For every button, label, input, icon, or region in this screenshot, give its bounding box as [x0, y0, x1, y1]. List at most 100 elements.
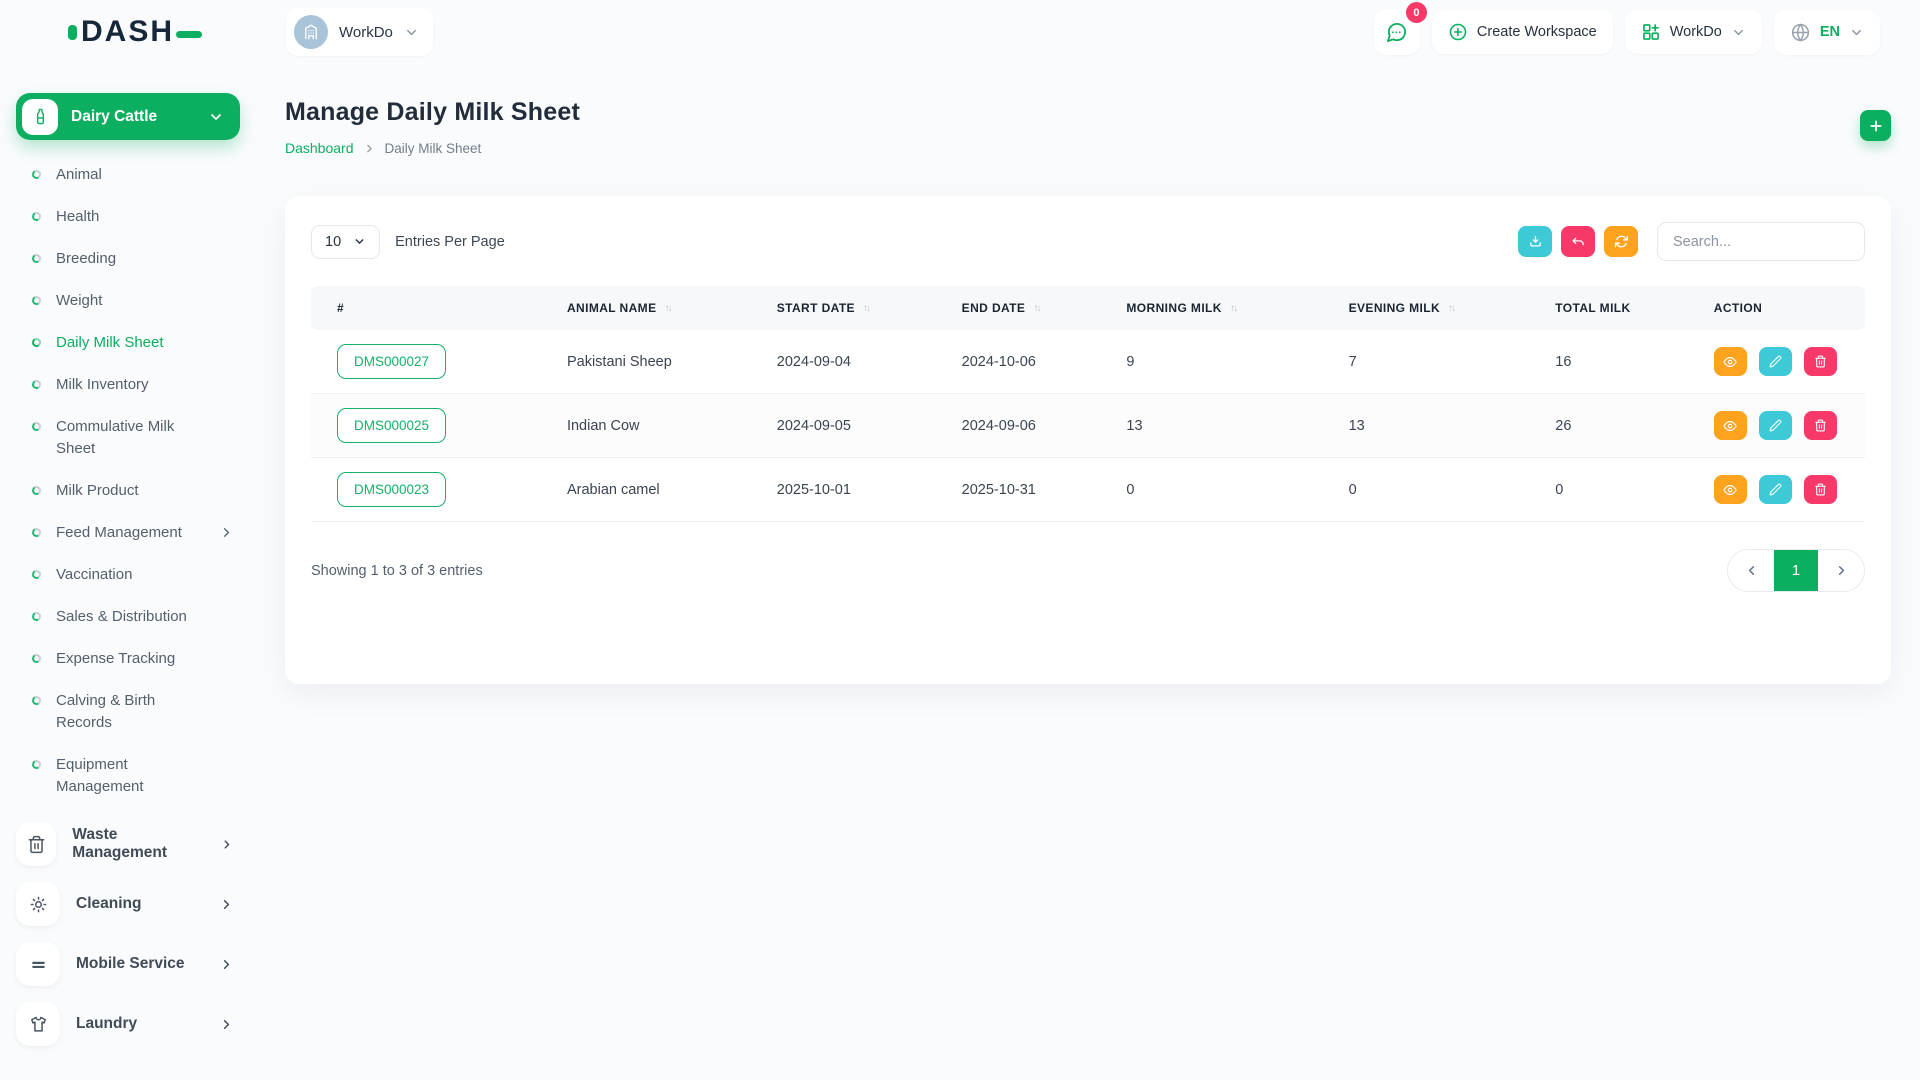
- edit-button[interactable]: [1759, 411, 1792, 440]
- morning-milk-cell: 9: [1114, 330, 1336, 394]
- view-button[interactable]: [1714, 411, 1747, 440]
- sidebar-item-weight[interactable]: Weight: [26, 280, 240, 322]
- brand-name: DASH: [81, 17, 174, 47]
- column-header-evening-milk[interactable]: EVENING MILK↑↓: [1337, 286, 1544, 330]
- pagination-prev-button[interactable]: [1728, 550, 1774, 591]
- language-dropdown[interactable]: EN: [1774, 10, 1880, 55]
- sidebar-group-cleaning[interactable]: Cleaning: [16, 876, 240, 932]
- sidebar-item-daily-milk-sheet[interactable]: Daily Milk Sheet: [26, 322, 240, 364]
- messages-button[interactable]: 0: [1374, 9, 1420, 55]
- search-input[interactable]: [1657, 222, 1865, 261]
- sidebar-menu: Animal Health Breeding Weight Daily Milk…: [16, 154, 240, 808]
- table-header-row: # ANIMAL NAME↑↓ START DATE↑↓ END DATE↑↓ …: [311, 286, 1865, 330]
- sidebar-group-label: Laundry: [76, 1015, 137, 1033]
- sidebar-item-sales-distribution[interactable]: Sales & Distribution: [26, 596, 240, 638]
- trash-icon: [16, 822, 56, 866]
- export-download-button[interactable]: [1518, 226, 1552, 257]
- delete-button[interactable]: [1804, 411, 1837, 440]
- refresh-icon: [1614, 234, 1629, 249]
- sidebar-item-vaccination[interactable]: Vaccination: [26, 554, 240, 596]
- sidebar-item-label: Sales & Distribution: [56, 606, 187, 628]
- sidebar-group-mobile-service[interactable]: Mobile Service: [16, 936, 240, 992]
- pencil-icon: [1769, 355, 1782, 368]
- create-workspace-button[interactable]: Create Workspace: [1432, 10, 1613, 54]
- animal-name-cell: Indian Cow: [555, 394, 765, 458]
- menu-bullet-icon: [31, 611, 42, 622]
- sidebar-group-label: Waste Management: [72, 826, 204, 862]
- sidebar-item-label: Commulative Milk Sheet: [56, 416, 208, 460]
- view-button[interactable]: [1714, 475, 1747, 504]
- action-cell: [1702, 330, 1865, 394]
- table-row: DMS000025 Indian Cow 2024-09-05 2024-09-…: [311, 394, 1865, 458]
- column-header-morning-milk[interactable]: MORNING MILK↑↓: [1114, 286, 1336, 330]
- evening-milk-cell: 7: [1337, 330, 1544, 394]
- evening-milk-cell: 0: [1337, 458, 1544, 522]
- menu-bullet-icon: [31, 295, 42, 306]
- menu-bullet-icon: [31, 485, 42, 496]
- eye-icon: [1723, 483, 1737, 497]
- sidebar-group-waste-management[interactable]: Waste Management: [16, 816, 240, 872]
- sidebar-item-label: Milk Inventory: [56, 374, 149, 396]
- sort-icon[interactable]: ↑↓: [1033, 303, 1039, 314]
- reset-undo-button[interactable]: [1561, 226, 1595, 257]
- sidebar-item-label: Daily Milk Sheet: [56, 332, 164, 354]
- sidebar-item-breeding[interactable]: Breeding: [26, 238, 240, 280]
- sidebar-item-expense-tracking[interactable]: Expense Tracking: [26, 638, 240, 680]
- column-header-total-milk[interactable]: TOTAL MILK: [1543, 286, 1702, 330]
- total-milk-cell: 0: [1543, 458, 1702, 522]
- column-header-animal-name[interactable]: ANIMAL NAME↑↓: [555, 286, 765, 330]
- brand-logo[interactable]: DASH: [68, 17, 202, 47]
- logo-dash-accent: [176, 31, 202, 38]
- chevron-down-icon: [1731, 25, 1746, 40]
- sidebar-item-animal[interactable]: Animal: [26, 154, 240, 196]
- menu-bullet-icon: [31, 759, 42, 770]
- sidebar-item-commulative-milk-sheet[interactable]: Commulative Milk Sheet: [26, 406, 240, 470]
- chevron-down-icon: [1849, 25, 1864, 40]
- sidebar-item-equipment-management[interactable]: Equipment Management: [26, 744, 240, 808]
- sidebar-group-label: Mobile Service: [76, 955, 185, 973]
- table-toolbar: 10 Entries Per Page: [311, 222, 1865, 261]
- module-header-dairy-cattle[interactable]: Dairy Cattle: [16, 93, 240, 140]
- workspace-selector[interactable]: WorkDo: [286, 8, 433, 56]
- sidebar-item-label: Milk Product: [56, 480, 139, 502]
- sidebar-group-label: Cleaning: [76, 895, 141, 913]
- app-menu-dropdown[interactable]: WorkDo: [1625, 10, 1762, 54]
- sidebar-group-laundry[interactable]: Laundry: [16, 996, 240, 1052]
- sidebar-item-calving-birth-records[interactable]: Calving & Birth Records: [26, 680, 240, 744]
- edit-button[interactable]: [1759, 475, 1792, 504]
- pagination-next-button[interactable]: [1818, 550, 1864, 591]
- menu-bullet-icon: [31, 379, 42, 390]
- sidebar-item-feed-management[interactable]: Feed Management: [26, 512, 240, 554]
- delete-button[interactable]: [1804, 475, 1837, 504]
- breadcrumb-dashboard-link[interactable]: Dashboard: [285, 140, 354, 156]
- milk-sheet-table: # ANIMAL NAME↑↓ START DATE↑↓ END DATE↑↓ …: [311, 286, 1865, 522]
- milk-sheet-id-badge[interactable]: DMS000025: [337, 408, 446, 443]
- sort-icon[interactable]: ↑↓: [664, 303, 670, 314]
- milk-sheet-id-badge[interactable]: DMS000023: [337, 472, 446, 507]
- sort-icon[interactable]: ↑↓: [1448, 303, 1454, 314]
- entries-per-page-select[interactable]: 10: [311, 225, 380, 259]
- menu-bullet-icon: [31, 211, 42, 222]
- chat-bubble-icon: [1385, 21, 1408, 44]
- sidebar-item-milk-inventory[interactable]: Milk Inventory: [26, 364, 240, 406]
- add-milk-sheet-button[interactable]: [1860, 110, 1891, 141]
- sort-icon[interactable]: ↑↓: [863, 303, 869, 314]
- sidebar-item-health[interactable]: Health: [26, 196, 240, 238]
- column-header-end-date[interactable]: END DATE↑↓: [950, 286, 1115, 330]
- delete-button[interactable]: [1804, 347, 1837, 376]
- pagination-current-page[interactable]: 1: [1774, 550, 1818, 591]
- animal-name-cell: Arabian camel: [555, 458, 765, 522]
- view-button[interactable]: [1714, 347, 1747, 376]
- column-header-id[interactable]: #: [311, 286, 555, 330]
- edit-button[interactable]: [1759, 347, 1792, 376]
- chevron-right-icon: [219, 957, 234, 972]
- entries-per-page-value: 10: [325, 234, 341, 250]
- plus-icon: [1868, 118, 1884, 134]
- menu-bullet-icon: [31, 337, 42, 348]
- column-header-start-date[interactable]: START DATE↑↓: [765, 286, 950, 330]
- refresh-button[interactable]: [1604, 226, 1638, 257]
- sort-icon[interactable]: ↑↓: [1230, 303, 1236, 314]
- sidebar-item-milk-product[interactable]: Milk Product: [26, 470, 240, 512]
- app-menu-label: WorkDo: [1670, 24, 1722, 40]
- milk-sheet-id-badge[interactable]: DMS000027: [337, 344, 446, 379]
